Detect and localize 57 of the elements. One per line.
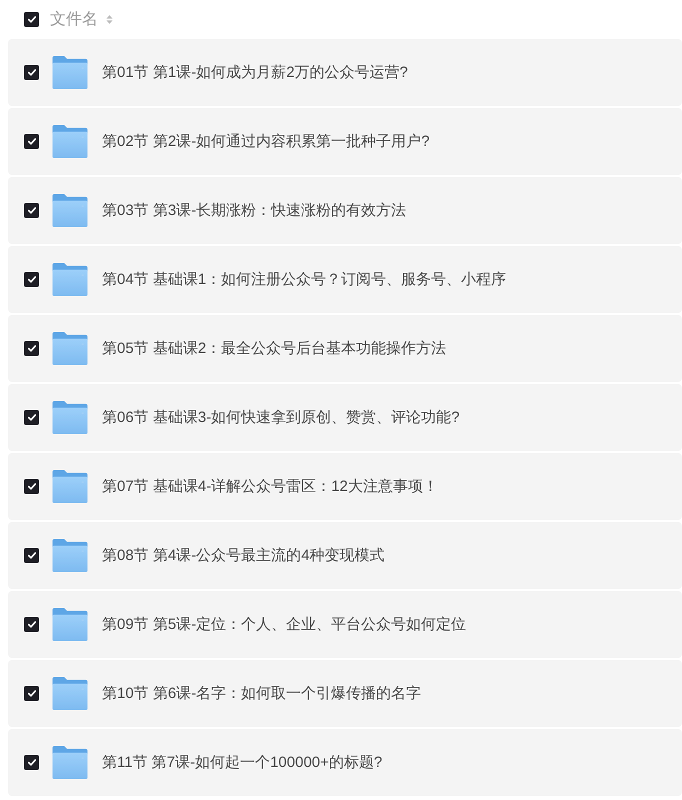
file-row[interactable]: 第10节 第6课-名字：如何取一个引爆传播的名字	[8, 660, 682, 727]
folder-icon	[52, 470, 88, 503]
file-name[interactable]: 第04节 基础课1：如何注册公众号？订阅号、服务号、小程序	[102, 270, 506, 289]
check-icon	[28, 621, 36, 628]
file-row[interactable]: 第01节 第1课-如何成为月薪2万的公众号运营?	[8, 39, 682, 106]
select-all-checkbox[interactable]	[24, 12, 39, 27]
check-icon	[28, 759, 36, 766]
check-icon	[28, 138, 36, 145]
check-icon	[28, 552, 36, 559]
file-row[interactable]: 第06节 基础课3-如何快速拿到原创、赞赏、评论功能?	[8, 384, 682, 451]
row-checkbox[interactable]	[24, 548, 39, 563]
file-row[interactable]: 第07节 基础课4-详解公众号雷区：12大注意事项！	[8, 453, 682, 520]
file-row[interactable]: 第11节 第7课-如何起一个100000+的标题?	[8, 729, 682, 796]
row-checkbox[interactable]	[24, 203, 39, 218]
row-checkbox[interactable]	[24, 479, 39, 494]
file-name[interactable]: 第01节 第1课-如何成为月薪2万的公众号运营?	[102, 63, 408, 82]
file-name[interactable]: 第06节 基础课3-如何快速拿到原创、赞赏、评论功能?	[102, 408, 460, 427]
file-row[interactable]: 第02节 第2课-如何通过内容积累第一批种子用户?	[8, 108, 682, 175]
row-checkbox[interactable]	[24, 755, 39, 770]
file-name[interactable]: 第10节 第6课-名字：如何取一个引爆传播的名字	[102, 684, 422, 703]
folder-icon	[52, 608, 88, 641]
check-icon	[28, 16, 36, 23]
folder-icon	[52, 263, 88, 296]
check-icon	[28, 69, 36, 76]
check-icon	[28, 276, 36, 283]
check-icon	[28, 690, 36, 697]
folder-icon	[52, 125, 88, 158]
folder-icon	[52, 332, 88, 365]
row-checkbox[interactable]	[24, 272, 39, 287]
row-checkbox[interactable]	[24, 341, 39, 356]
row-checkbox[interactable]	[24, 410, 39, 425]
file-name[interactable]: 第09节 第5课-定位：个人、企业、平台公众号如何定位	[102, 615, 466, 634]
file-name[interactable]: 第11节 第7课-如何起一个100000+的标题?	[102, 753, 382, 772]
file-name[interactable]: 第02节 第2课-如何通过内容积累第一批种子用户?	[102, 132, 430, 151]
folder-icon	[52, 677, 88, 710]
file-row[interactable]: 第05节 基础课2：最全公众号后台基本功能操作方法	[8, 315, 682, 382]
file-row[interactable]: 第03节 第3课-长期涨粉：快速涨粉的有效方法	[8, 177, 682, 244]
row-checkbox[interactable]	[24, 686, 39, 701]
row-checkbox[interactable]	[24, 134, 39, 149]
folder-icon	[52, 746, 88, 779]
check-icon	[28, 483, 36, 490]
folder-icon	[52, 401, 88, 434]
file-name[interactable]: 第05节 基础课2：最全公众号后台基本功能操作方法	[102, 339, 446, 358]
file-name[interactable]: 第03节 第3课-长期涨粉：快速涨粉的有效方法	[102, 201, 406, 220]
folder-icon	[52, 539, 88, 572]
file-row[interactable]: 第08节 第4课-公众号最主流的4种变现模式	[8, 522, 682, 589]
check-icon	[28, 207, 36, 214]
row-checkbox[interactable]	[24, 617, 39, 632]
file-name[interactable]: 第08节 第4课-公众号最主流的4种变现模式	[102, 546, 385, 565]
check-icon	[28, 414, 36, 421]
folder-icon	[52, 56, 88, 89]
row-checkbox[interactable]	[24, 65, 39, 80]
check-icon	[28, 345, 36, 352]
file-name[interactable]: 第07节 基础课4-详解公众号雷区：12大注意事项！	[102, 477, 438, 496]
file-row[interactable]: 第09节 第5课-定位：个人、企业、平台公众号如何定位	[8, 591, 682, 658]
file-row[interactable]: 第04节 基础课1：如何注册公众号？订阅号、服务号、小程序	[8, 246, 682, 313]
folder-icon	[52, 194, 88, 227]
